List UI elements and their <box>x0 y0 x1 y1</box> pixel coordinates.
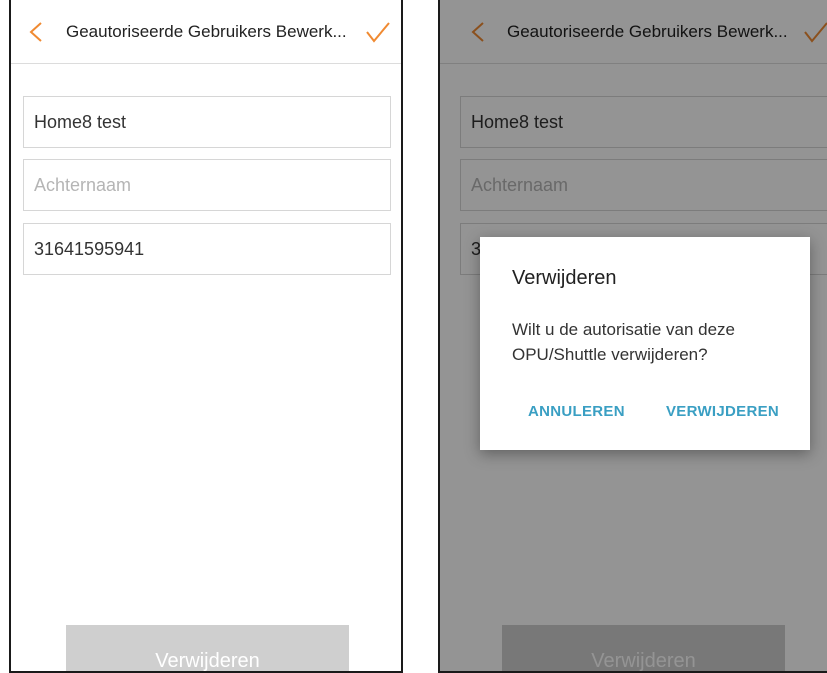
delete-button[interactable]: Verwijderen <box>66 625 349 671</box>
cancel-button[interactable]: ANNULEREN <box>528 403 625 420</box>
dialog-actions: ANNULEREN VERWIJDEREN <box>480 403 810 423</box>
first-name-field[interactable] <box>23 96 391 148</box>
last-name-field[interactable] <box>23 159 391 211</box>
phone-number-field[interactable] <box>23 223 391 275</box>
checkmark-icon[interactable] <box>365 20 391 44</box>
confirm-delete-dialog: Verwijderen Wilt u de autorisatie van de… <box>480 237 810 450</box>
dialog-title: Verwijderen <box>512 267 617 289</box>
page-title: Geautoriseerde Gebruikers Bewerk... <box>66 22 347 41</box>
confirm-delete-button[interactable]: VERWIJDEREN <box>666 403 779 420</box>
chevron-left-icon[interactable] <box>25 20 49 44</box>
dialog-message: Wilt u de autorisatie van deze OPU/Shutt… <box>512 320 736 364</box>
app-header: Geautoriseerde Gebruikers Bewerk... <box>11 0 401 64</box>
edit-user-screen-with-dialog: Geautoriseerde Gebruikers Bewerk... Verw… <box>438 0 827 673</box>
edit-user-screen: Geautoriseerde Gebruikers Bewerk... Verw… <box>9 0 403 673</box>
